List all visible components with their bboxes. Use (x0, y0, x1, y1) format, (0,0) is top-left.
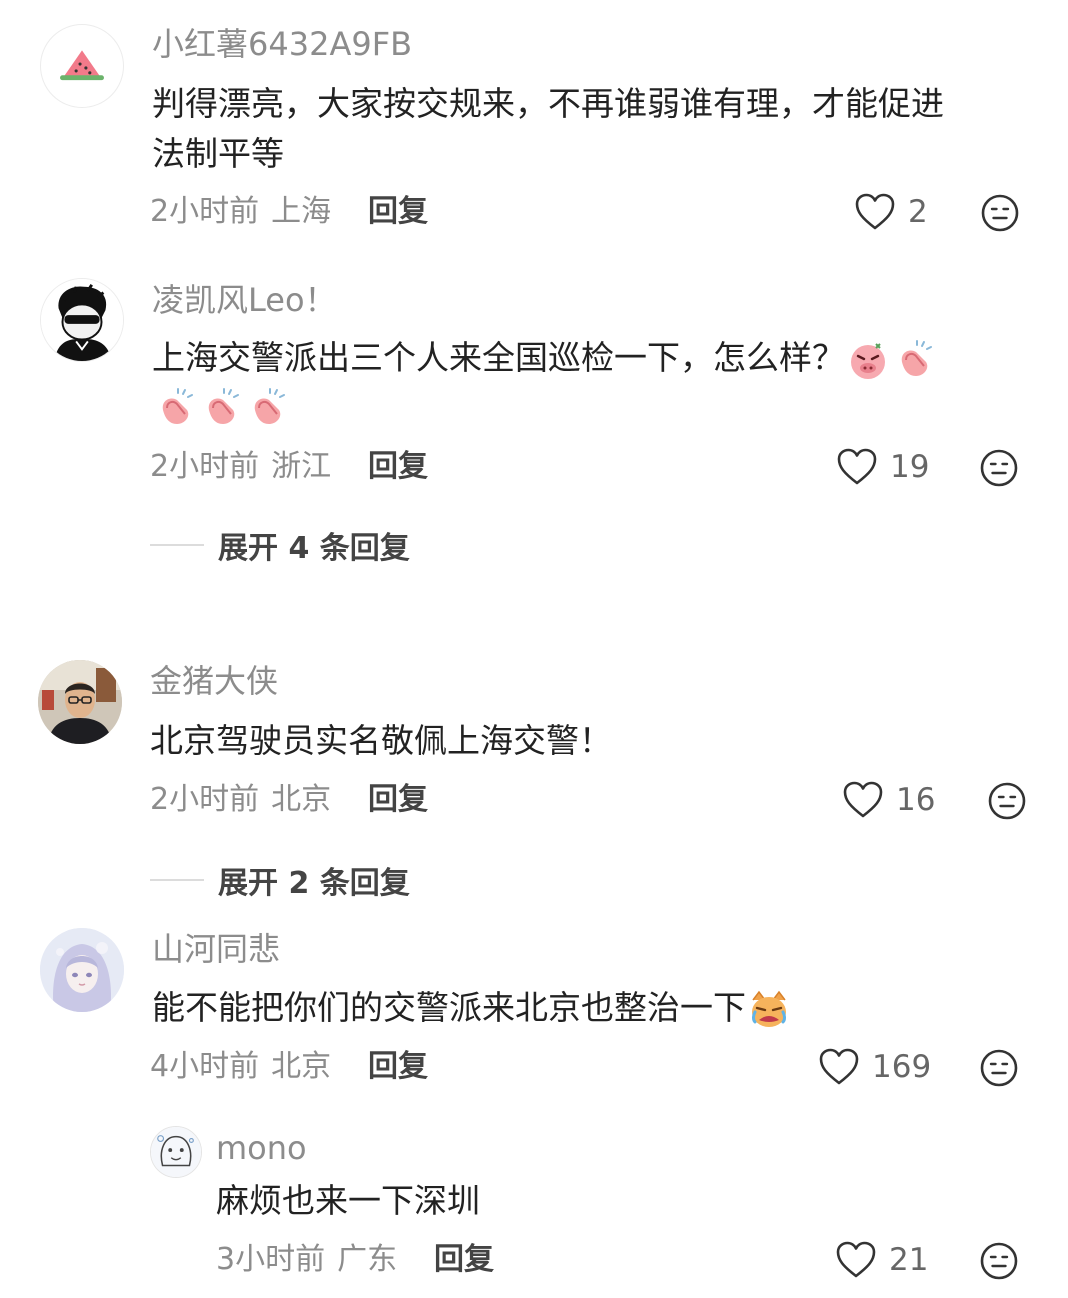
location: 北京 (271, 782, 332, 817)
watermelon-icon (60, 50, 104, 81)
location: 上海 (271, 194, 332, 229)
comment-text: 判得漂亮，大家按交规来，不再谁弱谁有理，才能促进 (152, 84, 944, 123)
username[interactable]: 金猪大侠 (150, 661, 278, 701)
neutral-face-icon (980, 1049, 1018, 1087)
angry-pig-emoji-icon (846, 338, 890, 382)
clap-hands-emoji-icon (199, 386, 243, 430)
timestamp: 2小时前 (150, 782, 260, 817)
comment-meta: 2小时前 浙江 (150, 447, 331, 487)
like-button[interactable]: 2 (854, 190, 928, 234)
heart-icon (836, 1241, 876, 1278)
comment-text: 能不能把你们的交警派来北京也整治一下 (152, 983, 792, 1033)
reply-button[interactable]: 回复 (434, 1240, 494, 1280)
timestamp: 2小时前 (150, 194, 260, 229)
like-button[interactable]: 169 (818, 1045, 931, 1089)
like-count: 169 (872, 1049, 932, 1085)
comment-text-line: 能不能把你们的交警派来北京也整治一下 (152, 988, 746, 1027)
username[interactable]: mono (216, 1128, 307, 1168)
username[interactable]: 山河同悲 (152, 929, 280, 969)
like-button[interactable]: 21 (835, 1238, 928, 1282)
person-photo-avatar (38, 660, 122, 744)
avatar[interactable] (40, 24, 124, 108)
comment-meta: 2小时前 北京 (150, 780, 331, 820)
neutral-face-icon (981, 194, 1019, 232)
heart-icon (837, 448, 877, 485)
comment-meta: 2小时前 上海 (150, 192, 331, 232)
crying-cat-emoji-icon (747, 988, 791, 1032)
expand-replies-button[interactable]: 展开 2 条回复 (150, 858, 410, 902)
dislike-button[interactable] (979, 1048, 1019, 1088)
neutral-face-icon (980, 449, 1018, 487)
heart-icon (819, 1048, 859, 1085)
comment-text-line: 上海交警派出三个人来全国巡检一下，怎么样？ (152, 338, 845, 377)
timestamp: 4小时前 (150, 1049, 260, 1084)
expand-replies-label: 展开 2 条回复 (218, 866, 410, 901)
heart-icon (855, 193, 895, 230)
comment-text: 北京驾驶员实名敬佩上海交警！ (150, 721, 612, 760)
expand-replies-label: 展开 4 条回复 (218, 531, 410, 566)
reply-button[interactable]: 回复 (368, 192, 428, 232)
anime-girl-avatar (40, 928, 124, 1012)
comment-text (152, 381, 290, 431)
avatar[interactable] (40, 928, 124, 1012)
comment-text: 法制平等 (152, 134, 284, 173)
divider-line (150, 544, 204, 546)
like-count: 19 (890, 449, 930, 485)
clap-hands-emoji-icon (153, 386, 197, 430)
clap-hands-emoji-icon (245, 386, 289, 430)
location: 广东 (337, 1242, 398, 1277)
dislike-button[interactable] (987, 781, 1027, 821)
like-button[interactable]: 16 (842, 778, 935, 822)
avatar[interactable] (40, 278, 124, 362)
timestamp: 2小时前 (150, 449, 260, 484)
like-button[interactable]: 19 (836, 445, 929, 489)
location: 北京 (271, 1049, 332, 1084)
expand-replies-button[interactable]: 展开 4 条回复 (150, 523, 410, 567)
neutral-face-icon (980, 1242, 1018, 1280)
reply-button[interactable]: 回复 (368, 447, 428, 487)
dislike-button[interactable] (979, 448, 1019, 488)
location: 浙江 (271, 449, 332, 484)
reply-button[interactable]: 回复 (368, 1047, 428, 1087)
doodle-avatar (151, 1127, 201, 1177)
avatar[interactable] (38, 660, 122, 744)
timestamp: 3小时前 (216, 1242, 326, 1277)
neutral-face-icon (988, 782, 1026, 820)
clap-hands-emoji-icon (892, 338, 936, 382)
comment-meta: 4小时前 北京 (150, 1047, 331, 1087)
heart-icon (843, 781, 883, 818)
like-count: 21 (889, 1242, 929, 1278)
dislike-button[interactable] (980, 193, 1020, 233)
username[interactable]: 凌凯风Leo！ (152, 280, 337, 320)
like-count: 2 (908, 194, 928, 230)
like-count: 16 (896, 782, 936, 818)
username[interactable]: 小红薯6432A9FB (152, 24, 412, 64)
avatar[interactable] (150, 1126, 202, 1178)
cartoon-sunglasses-avatar (41, 279, 123, 361)
comment-text: 麻烦也来一下深圳 (216, 1181, 480, 1220)
dislike-button[interactable] (979, 1241, 1019, 1281)
divider-line (150, 879, 204, 881)
comment-text: 上海交警派出三个人来全国巡检一下，怎么样？ (152, 333, 937, 383)
comment-meta: 3小时前 广东 (216, 1240, 397, 1280)
reply-button[interactable]: 回复 (368, 780, 428, 820)
